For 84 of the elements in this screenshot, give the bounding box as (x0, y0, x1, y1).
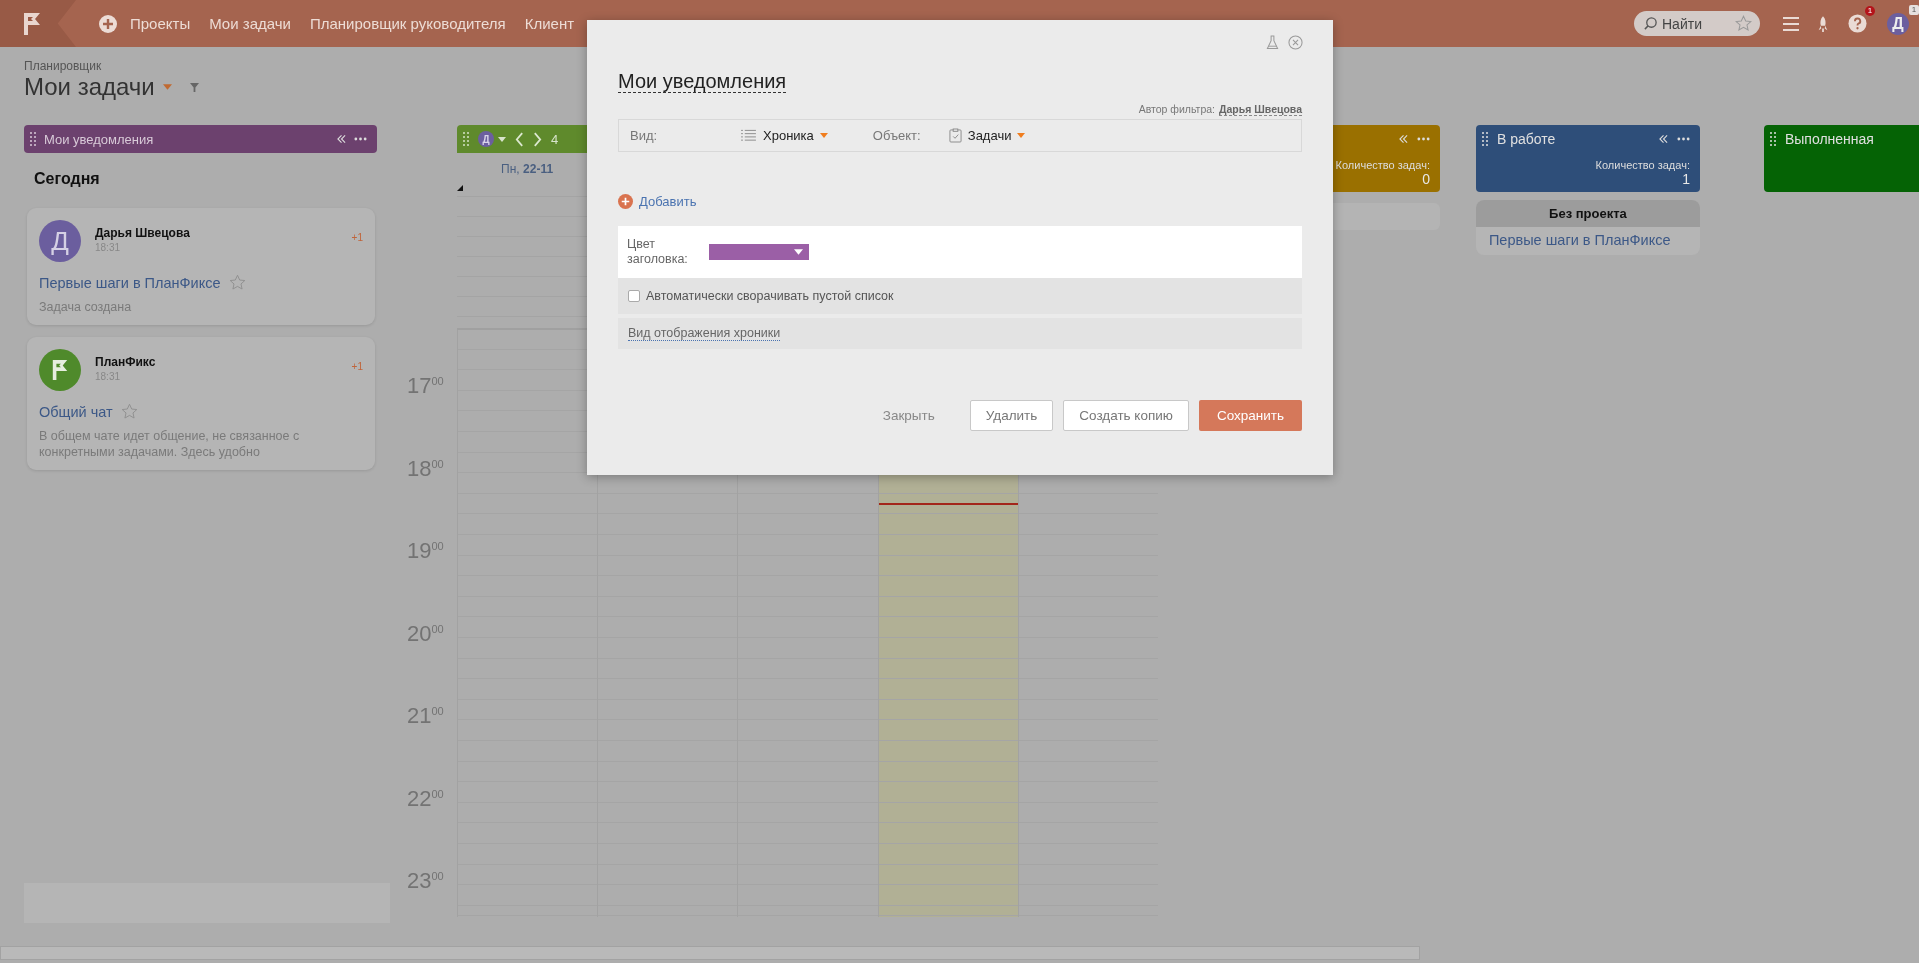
dialog-button[interactable]: Закрыть (867, 400, 950, 431)
notification-text: В общем чате идет общение, не связанное с конкретными задачами. Здесь удобно (39, 428, 301, 460)
more-icon[interactable] (354, 137, 367, 141)
dialog-button[interactable]: Создать копию (1063, 400, 1189, 431)
more-icon[interactable] (1416, 137, 1430, 141)
star-icon[interactable] (228, 274, 246, 291)
more-icon[interactable] (1676, 137, 1690, 141)
nav-link[interactable]: Клиент (524, 15, 575, 32)
caret-icon (1017, 133, 1026, 138)
collapse-icon[interactable] (337, 135, 346, 143)
notification-badge: 1 (1865, 6, 1875, 16)
dialog-title[interactable]: Мои уведомления (618, 70, 787, 93)
column-title: Выполненная (1784, 131, 1874, 147)
object-dropdown[interactable]: Задачи (948, 128, 1026, 143)
collapse-icon[interactable] (1658, 135, 1668, 143)
drag-handle-icon[interactable] (1481, 132, 1488, 146)
search-icon (1643, 16, 1658, 31)
close-icon[interactable] (1288, 35, 1303, 50)
help-icon[interactable] (1848, 14, 1867, 33)
search-field[interactable]: Найти (1634, 11, 1760, 36)
task-link[interactable]: Первые шаги в ПланФиксе (1475, 227, 1700, 255)
star-icon[interactable] (1735, 15, 1752, 32)
task-count: 1 (1682, 170, 1690, 187)
section-heading: Сегодня (34, 170, 101, 188)
task-count: 0 (1422, 170, 1430, 187)
list-icon (740, 129, 757, 142)
checkbox[interactable] (628, 290, 640, 302)
drag-handle-icon[interactable] (1769, 132, 1776, 146)
caret-icon[interactable] (162, 84, 172, 90)
group-title: Без проекта (1475, 200, 1700, 227)
nav-link[interactable]: Проекты (130, 15, 191, 32)
add-link[interactable]: Добавить (618, 194, 697, 209)
week-number: 4 (551, 131, 559, 147)
day-label: Пн, 22-11 (501, 162, 554, 176)
flag-icon (51, 359, 69, 381)
menu-icon[interactable] (1782, 15, 1800, 32)
page-title: Мои задачи (24, 73, 155, 101)
breadcrumb[interactable]: Планировщик (24, 59, 1895, 73)
avatar: Д (39, 220, 81, 262)
author-name: Дарья Швецова (95, 226, 191, 240)
next-icon[interactable] (533, 131, 542, 147)
nav-link[interactable]: Мои задачи (209, 15, 291, 32)
auto-collapse-checkbox[interactable]: Автоматически сворачивать пустой список (628, 289, 894, 303)
star-icon[interactable] (120, 403, 138, 420)
count-label: Количество задач: (1595, 158, 1690, 171)
previous-icon[interactable] (515, 131, 524, 147)
update-count: +1 (351, 232, 363, 243)
filter-icon[interactable] (189, 82, 199, 92)
drag-handle-icon[interactable] (30, 132, 36, 146)
add-icon (618, 194, 633, 209)
add-icon[interactable] (98, 13, 118, 34)
field-label: Вид: (630, 128, 659, 143)
column-title: Мои уведомления (44, 131, 155, 147)
caret-icon[interactable] (498, 136, 506, 142)
user-avatar[interactable]: Д (478, 131, 494, 147)
flask-icon[interactable] (1266, 35, 1279, 50)
count-label: Количество задач: (1335, 158, 1430, 171)
notification-text: Задача создана (39, 299, 133, 315)
user-avatar[interactable]: Д (1887, 12, 1909, 35)
caret-icon (794, 249, 803, 255)
chronicle-view-link[interactable]: Вид отображения хроники (628, 326, 781, 341)
dialog-button[interactable]: Удалить (969, 400, 1054, 431)
drag-handle-icon[interactable] (463, 132, 469, 146)
flag-logo-icon (22, 11, 42, 36)
caret-icon (819, 133, 828, 138)
update-count: +1 (351, 361, 363, 372)
color-dropdown[interactable] (709, 244, 809, 260)
view-dropdown[interactable]: Хроника (740, 128, 828, 143)
task-link[interactable]: Общий чат (39, 403, 113, 420)
author-name: ПланФикс (95, 355, 157, 369)
author-link[interactable]: Дарья Швецова (1219, 103, 1302, 116)
field-label: Цвет заголовка: (627, 237, 689, 267)
author-label: Автор фильтра: (1138, 103, 1216, 116)
rocket-icon[interactable] (1816, 14, 1830, 33)
corner-mark-icon (457, 185, 463, 191)
logo-tab[interactable] (0, 0, 76, 47)
clipboard-icon (948, 128, 962, 143)
collapse-icon[interactable] (1398, 135, 1408, 143)
task-link[interactable]: Первые шаги в ПланФиксе (39, 274, 221, 291)
dialog-button[interactable]: Сохранить (1198, 400, 1302, 431)
column-title: В работе (1496, 131, 1556, 147)
nav-link[interactable]: Планировщик руководителя (309, 15, 506, 32)
field-label: Объект: (872, 128, 922, 143)
count-badge: 1 (1909, 4, 1919, 15)
